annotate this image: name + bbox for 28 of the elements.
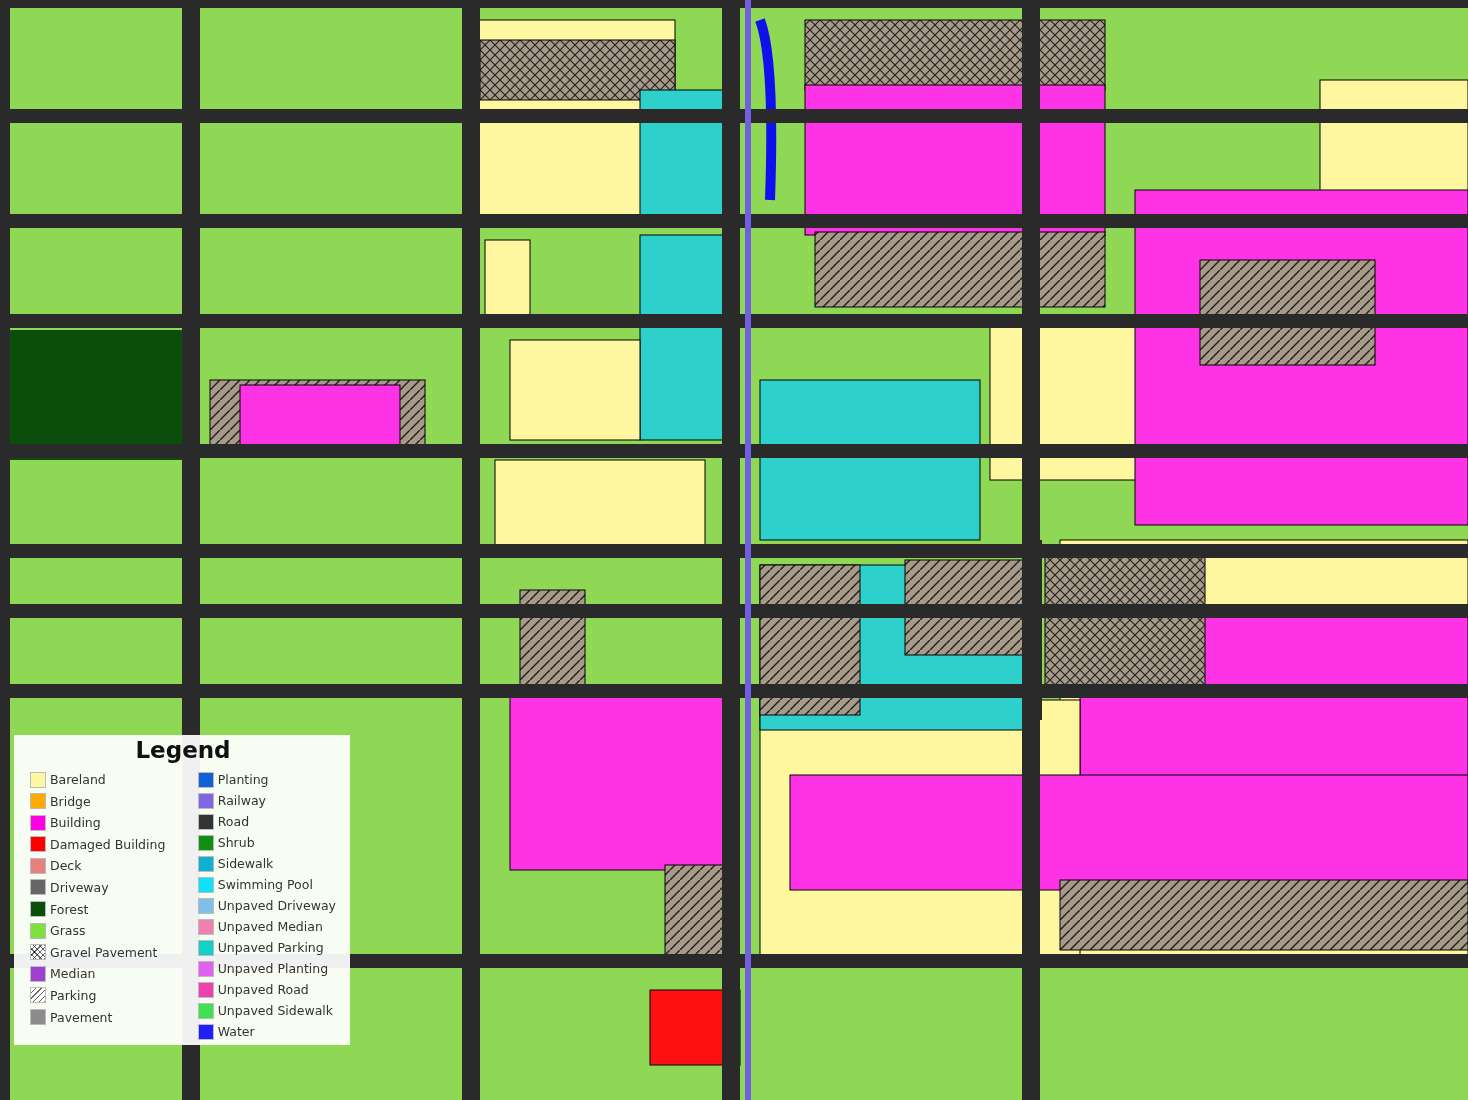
legend-label: Sidewalk [217,856,274,871]
legend-label: Water [217,1024,255,1039]
legend-label: Building [50,815,101,831]
hatch-swatch [30,987,46,1004]
legend-label: Forest [50,901,89,917]
legend-label: Grass [50,923,86,939]
legend-label: Pavement [50,1009,113,1025]
legend-label: Gravel Pavement [50,944,158,960]
legend-label: Unpaved Median [217,919,323,934]
legend-label: Unpaved Road [217,982,309,997]
crosshatch-swatch [30,944,46,961]
legend-label: Unpaved Sidewalk [217,1003,333,1018]
legend-label: Driveway [50,879,109,895]
legend-label: Median [50,966,96,982]
legend-title: Legend [134,737,232,763]
legend-label: Planting [217,772,269,787]
legend-label: Swimming Pool [217,877,313,892]
legend-label: Shrub [217,835,255,850]
legend-label: Deck [50,858,82,874]
legend-label: Unpaved Parking [217,940,324,955]
legend-label: Road [217,814,250,829]
legend-label: Railway [217,793,267,808]
legend-label: Damaged Building [50,836,166,852]
legend-label: Unpaved Planting [217,961,329,976]
legend-label: Parking [50,987,97,1003]
legend-label: Bareland [50,772,106,787]
legend-label: Unpaved Driveway [217,898,336,913]
legend-label: Bridge [50,793,91,809]
